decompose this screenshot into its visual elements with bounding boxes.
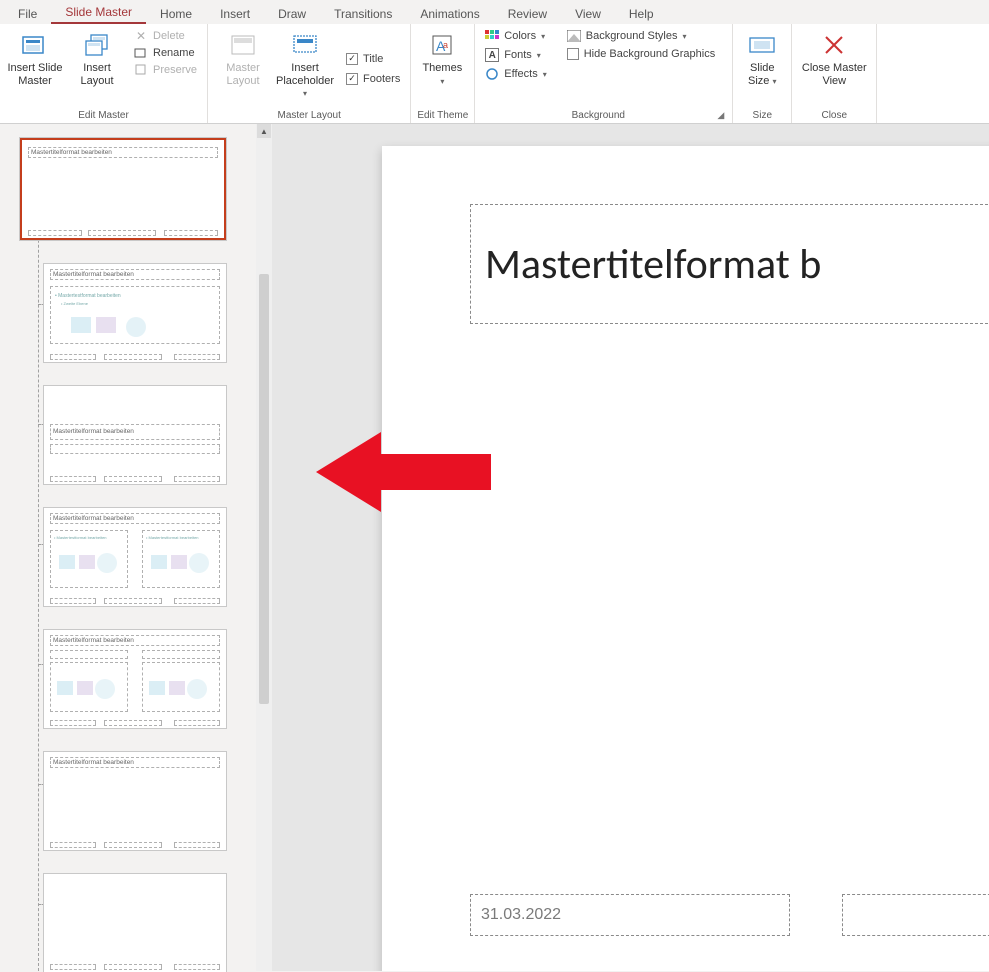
effects-button[interactable]: Effects▾ (481, 66, 550, 82)
insert-placeholder-button[interactable]: Insert Placeholder ▾ (276, 28, 334, 109)
checkbox-checked-icon (346, 73, 358, 85)
footer-placeholder[interactable] (842, 894, 989, 936)
ribbon: Insert Slide Master Insert Layout ✕Delet… (0, 24, 989, 124)
background-styles-icon (567, 29, 581, 43)
red-arrow-annotation (316, 422, 496, 522)
insert-layout-icon (81, 30, 113, 60)
slide-size-icon (746, 30, 778, 60)
insert-slide-master-button[interactable]: Insert Slide Master (6, 28, 64, 109)
fonts-icon: A (485, 48, 499, 62)
slide-canvas[interactable]: Mastertitelformat b 31.03.2022 (382, 146, 989, 971)
checkbox-checked-icon (346, 53, 358, 65)
chevron-down-icon: ▾ (773, 77, 777, 86)
size-group-label: Size (739, 109, 785, 122)
delete-icon: ✕ (134, 29, 148, 43)
rename-icon (134, 46, 148, 60)
fonts-button[interactable]: AFonts▾ (481, 47, 550, 63)
layout-thumbnail[interactable] (44, 874, 226, 972)
layout-thumbnail[interactable]: Mastertitelformat bearbeiten (44, 752, 226, 850)
layout-thumbnail[interactable]: Mastertitelformat bearbeiten • Mastertes… (44, 508, 226, 606)
preserve-button: Preserve (130, 62, 201, 78)
footers-checkbox[interactable]: Footers (342, 72, 404, 86)
master-layout-icon (227, 30, 259, 60)
close-icon (818, 30, 850, 60)
delete-button: ✕Delete (130, 28, 201, 44)
themes-button[interactable]: Aa Themes▾ (417, 28, 467, 109)
date-placeholder[interactable]: 31.03.2022 (470, 894, 790, 936)
menu-transitions[interactable]: Transitions (320, 4, 406, 24)
chevron-down-icon: ▾ (537, 51, 541, 60)
chevron-down-icon: ▾ (543, 70, 547, 79)
ribbon-group-size: Slide Size ▾ Size (733, 24, 792, 123)
themes-icon: Aa (426, 30, 458, 60)
colors-button[interactable]: Colors▾ (481, 28, 550, 44)
edit-master-group-label: Edit Master (6, 109, 201, 122)
chevron-down-icon: ▾ (682, 32, 686, 41)
ribbon-group-master-layout: Master Layout Insert Placeholder ▾ Title… (208, 24, 411, 123)
chevron-down-icon: ▾ (440, 77, 444, 86)
menu-help[interactable]: Help (615, 4, 668, 24)
preserve-icon (134, 63, 148, 77)
master-layout-group-label: Master Layout (214, 109, 404, 122)
insert-slide-master-icon (19, 30, 51, 60)
menu-home[interactable]: Home (146, 4, 206, 24)
chevron-down-icon: ▾ (541, 32, 545, 41)
ribbon-group-edit-master: Insert Slide Master Insert Layout ✕Delet… (0, 24, 208, 123)
layout-thumbnail[interactable]: Mastertitelformat bearbeiten (44, 386, 226, 484)
background-group-label: Background (481, 110, 715, 121)
menu-review[interactable]: Review (494, 4, 561, 24)
slide-canvas-area: Mastertitelformat b 31.03.2022 (272, 124, 989, 971)
slide-size-button[interactable]: Slide Size ▾ (739, 28, 785, 109)
menu-view[interactable]: View (561, 4, 615, 24)
svg-text:a: a (443, 40, 448, 50)
layout-thumbnail[interactable]: Mastertitelformat bearbeiten (44, 630, 226, 728)
scroll-thumb[interactable] (259, 274, 269, 704)
menu-draw[interactable]: Draw (264, 4, 320, 24)
effects-icon (485, 67, 499, 81)
ribbon-group-edit-theme: Aa Themes▾ Edit Theme (411, 24, 475, 123)
master-thumbnail[interactable]: Mastertitelformat bearbeiten (20, 138, 226, 240)
rename-button[interactable]: Rename (130, 45, 201, 61)
colors-icon (485, 29, 499, 43)
menu-bar: File Slide Master Home Insert Draw Trans… (0, 0, 989, 24)
title-placeholder[interactable]: Mastertitelformat b (470, 204, 989, 324)
tree-line (38, 150, 39, 971)
ribbon-group-close: Close Master View Close (792, 24, 877, 123)
svg-text:• Mastertestformat bearbeiten: • Mastertestformat bearbeiten (55, 293, 121, 299)
svg-text:• Mastertestformat bearbeiten: • Mastertestformat bearbeiten (54, 535, 107, 540)
insert-layout-button[interactable]: Insert Layout (68, 28, 126, 109)
svg-text:• Mastertestformat bearbeiten: • Mastertestformat bearbeiten (146, 535, 199, 540)
close-master-view-button[interactable]: Close Master View (798, 28, 870, 109)
menu-animations[interactable]: Animations (406, 4, 493, 24)
master-layout-button: Master Layout (214, 28, 272, 109)
svg-text:• Zweite Ebene: • Zweite Ebene (61, 301, 89, 306)
thumbnail-panel: Mastertitelformat bearbeiten Mastertitel… (0, 124, 272, 971)
insert-slide-master-label: Insert Slide Master (6, 62, 64, 87)
hide-background-checkbox[interactable]: Hide Background Graphics (563, 47, 719, 61)
layout-thumbnail[interactable]: Mastertitelformat bearbeiten • Mastertes… (44, 264, 226, 362)
insert-layout-label: Insert Layout (68, 62, 126, 87)
dialog-launcher-icon[interactable]: ◢ (715, 110, 726, 121)
edit-theme-group-label: Edit Theme (417, 109, 468, 122)
checkbox-icon (567, 48, 579, 60)
background-styles-button[interactable]: Background Styles▾ (563, 28, 719, 44)
menu-file[interactable]: File (4, 4, 51, 24)
ribbon-group-background: Colors▾ AFonts▾ Effects▾ Background Styl… (475, 24, 733, 123)
menu-insert[interactable]: Insert (206, 4, 264, 24)
title-checkbox[interactable]: Title (342, 52, 404, 66)
insert-placeholder-icon (289, 30, 321, 60)
chevron-down-icon: ▾ (303, 89, 307, 98)
menu-slide-master[interactable]: Slide Master (51, 2, 146, 24)
thumbnail-scrollbar[interactable]: ▲ (256, 124, 272, 971)
scroll-up-icon[interactable]: ▲ (257, 124, 271, 138)
close-group-label: Close (798, 109, 870, 122)
